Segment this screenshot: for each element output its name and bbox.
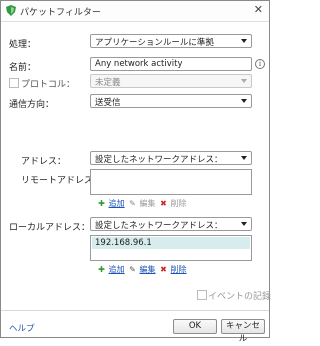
help-link[interactable]: ヘルプ (9, 322, 35, 334)
address-select[interactable]: 設定したネットワークアドレス： (90, 151, 252, 165)
add-icon: ✚ (98, 199, 105, 208)
local-address-label: ローカルアドレス： (9, 223, 91, 233)
name-input[interactable] (91, 58, 251, 70)
name-field[interactable] (90, 57, 252, 71)
window-title: パケットフィルター (20, 8, 101, 18)
protocol-checkbox[interactable] (9, 78, 19, 88)
list-item[interactable]: 192.168.96.1 (92, 237, 250, 249)
delete-icon: ✖ (160, 199, 167, 208)
chevron-down-icon (241, 222, 247, 226)
local-address-list[interactable]: 192.168.96.1 (90, 235, 252, 261)
remote-add-link[interactable]: 追加 (109, 199, 125, 208)
chevron-down-icon (241, 79, 247, 83)
title-bar: パケットフィルター ✕ (1, 1, 269, 22)
event-log-checkbox[interactable] (197, 290, 207, 300)
direction-label: 通信方向： (9, 100, 55, 110)
remote-edit-link[interactable]: 編集 (140, 199, 156, 208)
delete-icon: ✖ (160, 265, 167, 274)
action-select-value: アプリケーションルールに準拠 (95, 38, 214, 48)
local-address-select-value: 設定したネットワークアドレス： (95, 221, 223, 231)
local-add-action[interactable]: ✚ 追加 (97, 264, 125, 275)
edit-icon: ✎ (129, 199, 136, 208)
ok-button[interactable]: OK (173, 319, 217, 334)
address-select-value: 設定したネットワークアドレス： (95, 155, 223, 165)
action-label: 処理： (9, 40, 37, 50)
local-add-link[interactable]: 追加 (109, 265, 125, 274)
remote-address-list[interactable] (90, 169, 252, 195)
local-address-select[interactable]: 設定したネットワークアドレス： (90, 217, 252, 231)
chevron-down-icon (241, 156, 247, 160)
local-delete-action[interactable]: ✖ 削除 (159, 264, 187, 275)
action-select[interactable]: アプリケーションルールに準拠 (90, 34, 252, 48)
name-label: 名前： (9, 63, 37, 73)
remote-add-action[interactable]: ✚ 追加 (97, 198, 125, 209)
direction-select[interactable]: 送受信 (90, 94, 252, 108)
protocol-label: プロトコル： (21, 80, 76, 90)
address-label: アドレス： (21, 157, 67, 167)
edit-icon: ✎ (129, 265, 136, 274)
local-delete-link[interactable]: 削除 (171, 265, 187, 274)
close-icon[interactable]: ✕ (254, 4, 263, 16)
shield-app-icon (6, 5, 16, 16)
protocol-select[interactable]: 未定義 (90, 74, 252, 88)
local-edit-link[interactable]: 編集 (140, 265, 156, 274)
local-edit-action[interactable]: ✎ 編集 (128, 264, 156, 275)
chevron-down-icon (241, 99, 247, 103)
add-icon: ✚ (98, 265, 105, 274)
remote-delete-link[interactable]: 削除 (171, 199, 187, 208)
info-icon[interactable]: i (255, 59, 265, 69)
remote-delete-action[interactable]: ✖ 削除 (159, 198, 187, 209)
local-address-item: 192.168.96.1 (95, 238, 152, 248)
protocol-select-value: 未定義 (95, 78, 121, 88)
event-log-label: イベントの記録 (208, 292, 272, 302)
packet-filter-dialog: パケットフィルター ✕ 処理： アプリケーションルールに準拠 名前： i プロト… (0, 0, 272, 344)
direction-select-value: 送受信 (95, 98, 121, 108)
chevron-down-icon (241, 39, 247, 43)
footer-divider (1, 310, 269, 311)
remote-edit-action[interactable]: ✎ 編集 (128, 198, 156, 209)
cancel-button[interactable]: キャンセル (221, 319, 265, 344)
